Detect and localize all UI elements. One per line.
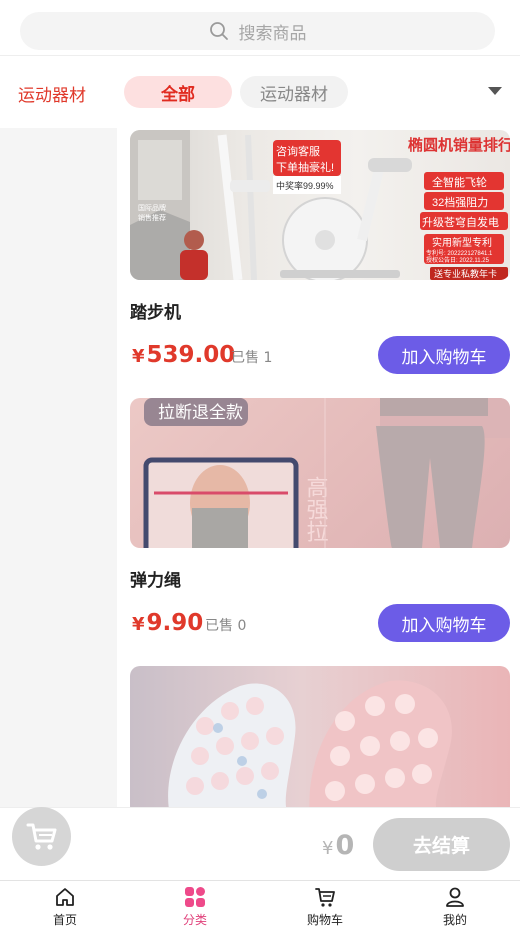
current-category-label[interactable]: 运动器材 [18,81,86,106]
add-to-cart-button[interactable]: 加入购物车 [378,336,510,374]
price-value: 539.00 [146,342,236,368]
chip-sport-equipment[interactable]: 运动器材 [240,76,348,108]
search-placeholder: 搜索商品 [238,23,307,44]
tab-profile-label: 我的 [442,913,467,927]
cart-icon [315,888,335,907]
tab-cart-label: 购物车 [306,913,343,927]
list-item: 拉断退全款 高强拉 弹力绳 ¥ 9.90 已售 0 加入购物车 [130,398,510,643]
product-image[interactable]: 拉断退全款 高强拉 [130,398,510,548]
cart-icon [26,823,56,850]
product-image[interactable] [130,666,510,808]
tab-category[interactable]: 分类 [130,881,260,933]
tab-cart[interactable]: 购物车 [260,881,390,933]
patent-number-text: 专利号: 202222127841.1 [426,249,493,257]
search-icon [209,22,228,40]
category-sidebar [0,128,117,808]
currency-symbol: ¥ [132,346,145,367]
promo-text: 拉断退全款 [158,403,243,422]
list-item [130,666,510,808]
total-value: 0 [335,830,355,861]
product-name[interactable]: 踏步机 [130,298,181,323]
tab-home-label: 首页 [52,913,77,927]
promo-text-2: 下单抽豪礼! [276,160,334,174]
tab-category-label: 分类 [182,913,207,927]
currency-symbol: ¥ [132,614,145,635]
list-item: 咨询客服 下单抽豪礼! 中奖率99.99% 椭圆机销量排行 全智能飞轮 32档强… [130,130,510,375]
cart-float-button[interactable] [12,807,71,866]
category-grid-icon [185,887,205,907]
gift-text: 送专业私教年卡 [434,268,497,279]
price-value: 9.90 [146,610,204,636]
promo-text-3: 中奖率99.99% [276,180,334,191]
feature-text-3: 升级苍穹自发电 [422,215,499,229]
cart-total: ¥ 0 [322,830,354,861]
category-page: 搜索商品 运动器材 全部 运动器材 咨询客服 下单抽豪礼! 中奖率99.99% … [0,0,520,933]
brand-text-1: 国际品牌 [138,203,166,212]
search-input[interactable]: 搜索商品 [20,12,495,50]
patent-date-text: 授权公告日: 2022.11.25 [426,256,490,264]
bottom-tab-bar: 首页 分类 购物车 我的 [0,880,520,933]
add-to-cart-button[interactable]: 加入购物车 [378,604,510,642]
profile-icon [446,887,464,907]
tab-home[interactable]: 首页 [0,881,130,933]
headline-text: 椭圆机销量排行 [408,136,510,154]
patent-text: 实用新型专利 [432,236,492,249]
category-filter-row: 运动器材 全部 运动器材 [0,56,520,128]
product-image[interactable]: 咨询客服 下单抽豪礼! 中奖率99.99% 椭圆机销量排行 全智能飞轮 32档强… [130,130,510,280]
currency-symbol: ¥ [322,838,334,859]
checkout-button[interactable]: 去结算 [373,818,510,871]
promo-text-1: 咨询客服 [276,144,320,158]
checkout-bar: ¥ 0 去结算 [0,807,520,880]
sold-count: 已售 1 [231,350,273,366]
brand-text-2: 销售推荐 [138,213,166,222]
chip-all[interactable]: 全部 [124,76,232,108]
chevron-down-icon[interactable] [488,87,502,95]
sold-count: 已售 0 [205,618,247,634]
home-icon [56,888,74,906]
product-price: ¥ 539.00 [132,342,235,368]
search-header: 搜索商品 [0,0,520,56]
feature-text-2: 32档强阻力 [432,195,488,209]
feature-text-1: 全智能飞轮 [432,175,487,189]
product-name[interactable]: 弹力绳 [130,566,181,591]
product-price: ¥ 9.90 [132,610,203,636]
tab-profile[interactable]: 我的 [390,881,520,933]
product-list: 咨询客服 下单抽豪礼! 中奖率99.99% 椭圆机销量排行 全智能飞轮 32档强… [117,128,520,808]
